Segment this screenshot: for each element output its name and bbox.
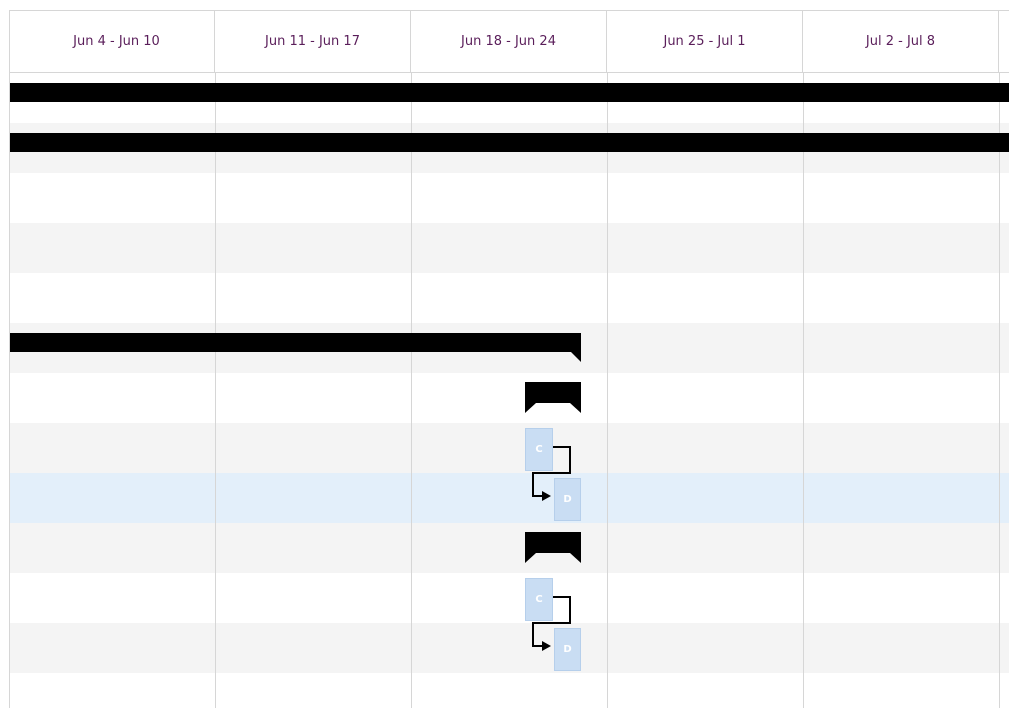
- timeline-header: Jun 4 - Jun 10 Jun 11 - Jun 17 Jun 18 - …: [10, 11, 1009, 73]
- week-label: Jun 18 - Jun 24: [461, 34, 556, 49]
- week-header-cell: Jun 25 - Jul 1: [607, 11, 803, 72]
- week-label: Jul 2 - Jul 8: [865, 34, 936, 49]
- grid-line: [999, 11, 1000, 708]
- task-bar[interactable]: C: [525, 428, 553, 471]
- summary-bar[interactable]: [10, 133, 1009, 152]
- task-letter: C: [535, 444, 543, 455]
- week-header-cell: Jul 2 - Jul 8: [803, 11, 999, 72]
- gantt-row[interactable]: [10, 573, 1009, 623]
- summary-end-marker: [570, 351, 581, 362]
- task-letter: C: [535, 594, 543, 605]
- summary-bar[interactable]: [525, 532, 582, 564]
- gantt-row[interactable]: [10, 373, 1009, 423]
- task-bar[interactable]: D: [554, 628, 581, 671]
- week-header-cell: Jun 4 - Jun 10: [19, 11, 215, 72]
- gantt-timeline-area: Jun 4 - Jun 10 Jun 11 - Jun 17 Jun 18 - …: [9, 10, 1009, 708]
- week-label: Jun 4 - Jun 10: [73, 34, 160, 49]
- gantt-row[interactable]: [10, 173, 1009, 223]
- gantt-row[interactable]: [10, 223, 1009, 273]
- summary-bar[interactable]: [10, 333, 581, 352]
- summary-bar[interactable]: [10, 83, 1009, 102]
- gantt-row[interactable]: [10, 623, 1009, 673]
- grid-line: [411, 11, 412, 708]
- week-label: Jun 25 - Jul 1: [663, 34, 746, 49]
- gantt-row[interactable]: [10, 673, 1009, 708]
- task-letter: D: [563, 494, 572, 505]
- grid-line: [215, 11, 216, 708]
- week-header-cell: Jun 11 - Jun 17: [215, 11, 411, 72]
- task-letter: D: [563, 644, 572, 655]
- grid-line: [607, 11, 608, 708]
- gantt-chart: Jun 4 - Jun 10 Jun 11 - Jun 17 Jun 18 - …: [0, 0, 1018, 708]
- gantt-row[interactable]: [10, 423, 1009, 473]
- task-bar[interactable]: C: [525, 578, 553, 621]
- week-header-cell: Jun 18 - Jun 24: [411, 11, 607, 72]
- task-bar[interactable]: D: [554, 478, 581, 521]
- gantt-row-selected[interactable]: [10, 473, 1009, 523]
- gantt-row[interactable]: [10, 523, 1009, 573]
- summary-bar[interactable]: [525, 382, 582, 414]
- grid-line: [803, 11, 804, 708]
- gantt-rows: [10, 73, 1009, 708]
- week-label: Jun 11 - Jun 17: [265, 34, 360, 49]
- gantt-row[interactable]: [10, 273, 1009, 323]
